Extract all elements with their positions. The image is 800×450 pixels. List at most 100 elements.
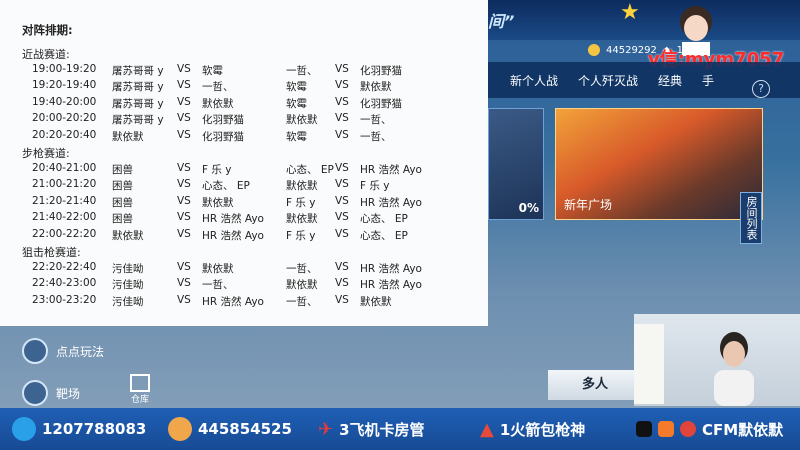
player-a: 污佳呦 (112, 295, 144, 308)
player-d: 化羽野猫 (360, 97, 402, 110)
player-a: 困兽 (112, 163, 133, 176)
match-row: 21:00-21:20 困兽 VS 心态、 EP 默依默 VS F 乐 y (32, 178, 472, 194)
player-d: HR 浩然 Ayo (360, 196, 422, 209)
douyin-icon (636, 421, 652, 437)
player-c: F 乐 y (286, 229, 316, 242)
rocket-icon: ▲ (480, 418, 494, 440)
player-d: 化羽野猫 (360, 64, 402, 77)
match-row: 22:20-22:40 污佳呦 VS 默依默 一哲、 VS HR 浩然 Ayo (32, 261, 472, 277)
multiplayer-button[interactable]: 多人 (548, 370, 642, 400)
player-c: 一哲、 (286, 262, 318, 275)
vs-label: VS (335, 211, 349, 223)
player-b: 心态、 EP (202, 180, 250, 192)
player-c: 默依默 (286, 279, 318, 291)
warehouse-icon (130, 374, 150, 392)
plane-reward-text: 3飞机卡房管 (339, 420, 425, 439)
lamp-decoration (634, 324, 664, 404)
map-card[interactable]: 0% (488, 108, 544, 220)
schedule-title: 对阵排期: (22, 23, 73, 37)
dot-play-button[interactable]: 点点玩法 (22, 338, 104, 364)
player-b: 默依默 (202, 196, 234, 209)
player-b: HR 浩然 Ayo (202, 213, 264, 225)
bottom-info-bar: 1207788083 445854525 ✈ 3飞机卡房管 ▲ 1火箭包枪神 C… (0, 408, 800, 450)
player-a: 困兽 (112, 213, 133, 225)
vs-label: VS (177, 128, 191, 141)
player-b: 默依默 (202, 262, 234, 275)
vs-label: VS (177, 260, 191, 273)
player-b: 软霉 (202, 64, 223, 77)
player-d: 一哲、 (360, 130, 392, 143)
section-heading: 步枪赛道: (22, 147, 70, 160)
match-row: 19:00-19:20 屠苏哥哥 y VS 软霉 一哲、 VS 化羽野猫 (32, 63, 472, 79)
group-number: 445854525 (198, 420, 292, 438)
warehouse-label: 仓库 (130, 395, 149, 405)
vs-label: VS (177, 161, 191, 174)
vs-label: VS (335, 112, 349, 124)
map-name: 新年广场 (564, 198, 613, 212)
match-time: 21:20-21:40 (32, 194, 97, 207)
match-row: 21:40-22:00 困兽 VS HR 浩然 Ayo 默依默 VS 心态、 EP (32, 211, 472, 227)
vs-label: VS (335, 62, 349, 75)
player-a: 污佳呦 (112, 262, 144, 275)
player-a: 默依默 (112, 130, 144, 143)
room-list-button[interactable]: 房间列表 (740, 192, 762, 244)
player-d: HR 浩然 Ayo (360, 262, 422, 275)
player-c: 一哲、 (286, 64, 318, 77)
streamer-webcam-person (714, 332, 754, 406)
player-d: HR 浩然 Ayo (360, 163, 422, 176)
tab-new-solo[interactable]: 新个人战 (500, 72, 568, 89)
vs-label: VS (177, 277, 191, 289)
shooting-range-button[interactable]: 靶场 (22, 380, 80, 406)
match-time: 20:00-20:20 (32, 112, 97, 124)
weibo-icon (680, 421, 696, 437)
target-icon (22, 380, 48, 406)
vs-label: VS (335, 178, 349, 190)
plane-reward: ✈ 3飞机卡房管 (318, 408, 425, 450)
player-d: 默依默 (360, 81, 392, 93)
vs-label: VS (335, 161, 349, 174)
match-time: 20:20-20:40 (32, 128, 97, 141)
player-a: 屠苏哥哥 y (112, 64, 164, 77)
schedule-panel: 对阵排期: 近战赛道: 19:00-19:20 屠苏哥哥 y VS 软霉 一哲、 VS 化羽野… (0, 0, 488, 326)
player-a: 困兽 (112, 196, 133, 209)
player-a: 污佳呦 (112, 279, 144, 291)
player-b: 一哲、 (202, 279, 234, 291)
player-d: 一哲、 (360, 114, 392, 126)
match-row: 22:00-22:20 默依默 VS HR 浩然 Ayo F 乐 y VS 心态、 EP (32, 228, 472, 244)
player-b: HR 浩然 Ayo (202, 295, 264, 308)
player-d: F 乐 y (360, 180, 390, 192)
vs-label: VS (177, 95, 191, 108)
vs-label: VS (177, 194, 191, 207)
match-time: 22:00-22:20 (32, 227, 97, 240)
map-card-new-year-plaza[interactable]: 新年广场 (555, 108, 763, 220)
player-a: 屠苏哥哥 y (112, 114, 164, 126)
section-heading: 近战赛道: (22, 48, 70, 61)
plane-icon: ✈ (318, 418, 334, 440)
player-b: HR 浩然 Ayo (202, 229, 264, 242)
star-decoration-icon: ★ (620, 0, 640, 25)
match-time: 20:40-21:00 (32, 161, 97, 174)
player-b: 默依默 (202, 97, 234, 110)
player-b: 化羽野猫 (202, 130, 244, 143)
qq-icon (12, 417, 36, 441)
help-button[interactable]: ? (752, 80, 770, 98)
vs-label: VS (177, 62, 191, 75)
match-time: 19:20-19:40 (32, 79, 97, 91)
vs-label: VS (335, 128, 349, 141)
tab-classic[interactable]: 经典 (648, 72, 692, 89)
tab-more[interactable]: 手 (692, 72, 724, 89)
game-title-decoration: 间” (488, 12, 515, 31)
tab-solo-elimination[interactable]: 个人歼灭战 (568, 72, 648, 89)
match-time: 22:20-22:40 (32, 260, 97, 273)
screen: 间” ★ 44529292 ◆ 1349 v信:mym7057 新个人战 个人歼… (0, 0, 800, 450)
match-time: 22:40-23:00 (32, 277, 97, 289)
player-c: F 乐 y (286, 196, 316, 209)
vs-label: VS (177, 79, 191, 91)
player-d: 心态、 EP (360, 229, 408, 242)
match-row: 23:00-23:20 污佳呦 VS HR 浩然 Ayo 一哲、 VS 默依默 (32, 294, 472, 310)
vs-label: VS (335, 227, 349, 240)
player-c: 软霉 (286, 130, 307, 143)
vs-label: VS (177, 112, 191, 124)
people-icon (22, 338, 48, 364)
warehouse-button[interactable]: 仓库 (126, 374, 154, 405)
